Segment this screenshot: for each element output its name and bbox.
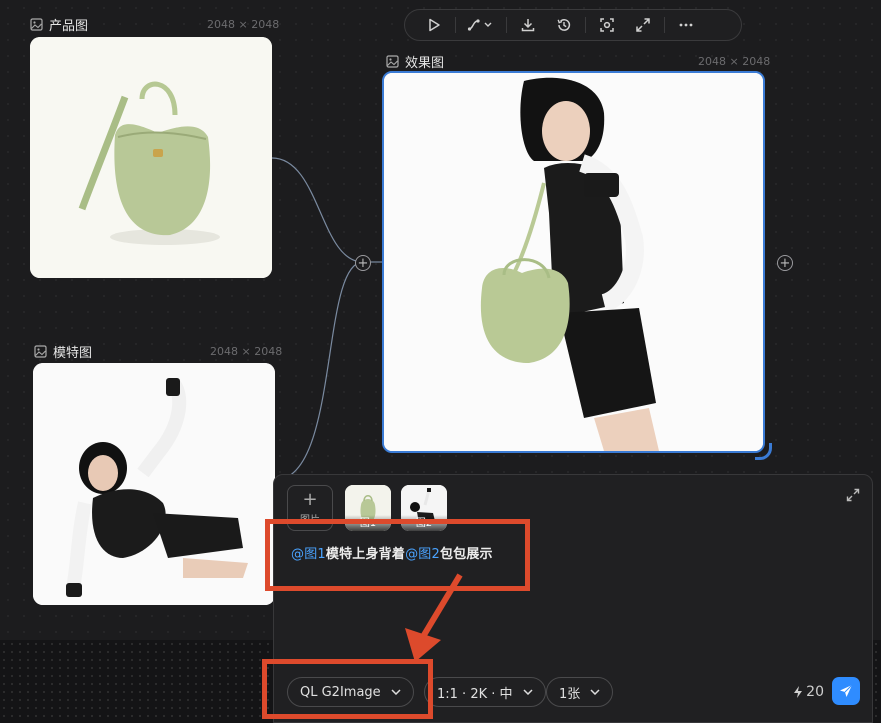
count-select-value: 1张 [559,686,581,702]
image-icon [34,344,47,358]
focus-icon[interactable] [592,10,622,40]
chevron-down-icon [522,689,533,695]
bag-illustration [30,37,272,278]
annotation-box-prompt [265,519,530,591]
node-size: 2048 × 2048 [698,55,771,68]
toolbar-divider [506,17,507,33]
node-size: 2048 × 2048 [207,18,280,31]
result-node-header: 效果图 [386,52,445,71]
toolbar-divider [585,17,586,33]
toolbar-divider [664,17,665,33]
ratio-select-value: 1:1 · 2K · 中 [437,686,513,702]
expand-icon[interactable] [846,487,860,506]
send-icon [840,684,853,697]
count-select[interactable]: 1张 [546,677,614,707]
more-icon[interactable] [671,10,701,40]
chevron-down-icon [590,689,600,695]
model-illustration [33,363,275,605]
connect-handle-output[interactable]: + [777,255,793,271]
connector-icon [467,19,492,31]
history-icon[interactable] [549,10,579,40]
model-image[interactable] [33,363,275,605]
ratio-select[interactable]: 1:1 · 2K · 中 [424,677,546,707]
download-icon[interactable] [513,10,543,40]
plus-icon: + [302,488,318,510]
connector-dropdown[interactable] [462,10,500,40]
annotation-box-model [262,659,433,719]
image-icon [30,17,43,31]
node-title: 模特图 [53,345,93,361]
node-title: 效果图 [405,55,445,71]
fullscreen-icon[interactable] [628,10,658,40]
connect-handle-input[interactable]: + [355,255,371,271]
canvas-toolbar [404,9,742,41]
lightning-icon [794,686,803,698]
product-image[interactable] [30,37,272,278]
model-node-header: 模特图 [34,342,93,361]
node-title: 产品图 [49,18,89,34]
credits-display: 20 [793,684,824,700]
product-node-header: 产品图 [30,15,89,34]
node-size: 2048 × 2048 [210,345,283,358]
credits-value: 20 [806,684,824,700]
result-illustration [384,73,763,451]
send-button[interactable] [832,677,860,705]
image-icon [386,54,399,68]
play-icon[interactable] [419,10,449,40]
toolbar-divider [455,17,456,33]
result-image[interactable] [382,71,765,453]
